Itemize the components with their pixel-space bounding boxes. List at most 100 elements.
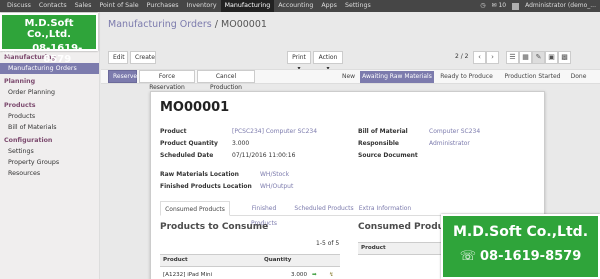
field-label-finished-products-location: Finished Products Location	[160, 183, 252, 190]
avatar[interactable]	[512, 2, 520, 10]
chevron-right-icon: ›	[491, 53, 494, 61]
logo-phone-line: ☏ 08-1619-8579	[443, 249, 598, 264]
reserve-button[interactable]: Reserve	[108, 70, 137, 83]
consume-arrow-icon[interactable]: ➡	[312, 270, 317, 279]
create-button[interactable]: Create	[130, 51, 156, 64]
list-view-button[interactable]: ☰	[506, 51, 519, 64]
calendar-view-button[interactable]: ▣	[545, 51, 558, 64]
chevron-left-icon: ‹	[478, 53, 481, 61]
breadcrumb: Manufacturing Orders / MO00001	[108, 19, 267, 30]
field-label-product-quantity: Product Quantity	[160, 140, 218, 147]
list-icon: ☰	[509, 53, 516, 61]
logo-name: M.D.Soft Co.,Ltd.	[452, 224, 589, 240]
field-label-responsible: Responsible	[358, 140, 399, 147]
stage-awaiting-raw-materials[interactable]: Awaiting Raw Materials	[360, 71, 434, 83]
stage-ready-to-produce[interactable]: Ready to Produce	[434, 71, 499, 83]
to-consume-header: Product Quantity	[160, 254, 340, 267]
top-menu-sales[interactable]: Sales	[71, 0, 96, 12]
company-logo-top: M.D.Soft Co.,Ltd. ☏ 08-1619-8579	[0, 13, 98, 65]
top-right-area: ◷ ✉ 10 Administrator (demo_...	[480, 0, 596, 12]
column-product: Product	[163, 257, 188, 263]
calendar-icon: ▣	[548, 53, 555, 61]
top-menu-inventory[interactable]: Inventory	[183, 0, 221, 12]
logo-phone-line: ☏ 08-1619-8579	[2, 43, 96, 65]
previous-record-button[interactable]: ‹	[473, 51, 486, 64]
kanban-view-button[interactable]: ▦	[519, 51, 532, 64]
status-bar: Reserve Force Reservation Cancel Productio…	[101, 69, 600, 91]
row-quantity: 3.000	[291, 272, 308, 278]
action-button[interactable]: Action ▾	[313, 51, 343, 72]
breadcrumb-parent[interactable]: Manufacturing Orders	[108, 19, 212, 30]
breadcrumb-current: MO00001	[221, 19, 267, 30]
field-raw-materials-location[interactable]: WH/Stock	[260, 171, 289, 178]
logo-name: M.D.Soft Co.,Ltd.	[24, 18, 74, 40]
chart-icon: ▩	[561, 53, 568, 61]
top-menu-apps[interactable]: Apps	[317, 0, 341, 12]
tab-consumed-products[interactable]: Consumed Products	[160, 201, 230, 216]
field-label-bill-of-material: Bill of Material	[358, 128, 408, 135]
sidebar-section-configuration: Configuration	[4, 137, 53, 144]
sidebar-item-property-groups[interactable]: Property Groups	[0, 157, 99, 168]
messages-count: 10	[498, 2, 507, 9]
top-menu-purchases[interactable]: Purchases	[143, 0, 183, 12]
sidebar-item-bill-of-materials[interactable]: Bill of Materials	[0, 122, 99, 133]
record-title: MO00001	[160, 100, 230, 115]
field-label-scheduled-date: Scheduled Date	[160, 152, 214, 159]
to-consume-pager: 1-5 of 5	[316, 240, 340, 247]
stage-new[interactable]: New	[337, 71, 360, 83]
top-menu-accounting[interactable]: Accounting	[274, 0, 317, 12]
sidebar-item-resources[interactable]: Resources	[0, 168, 99, 179]
sidebar-item-settings[interactable]: Settings	[0, 146, 99, 157]
force-reservation-button[interactable]: Force Reservation	[139, 70, 195, 91]
pager-value: 2 / 2	[455, 53, 469, 60]
stage-production-started[interactable]: Production Started	[499, 71, 566, 83]
clock-icon[interactable]: ◷	[480, 0, 485, 12]
sidebar-item-products[interactable]: Products	[0, 111, 99, 122]
top-menu-manufacturing[interactable]: Manufacturing	[220, 0, 275, 12]
column-product: Product	[361, 245, 386, 251]
top-menu-point-of-sale[interactable]: Point of Sale	[95, 0, 142, 12]
tab-scheduled-products[interactable]: Scheduled Products	[293, 201, 355, 216]
company-logo-bottom: M.D.Soft Co.,Ltd. ☏ 08-1619-8579	[441, 214, 600, 279]
user-menu[interactable]: Administrator (demo_...	[525, 0, 596, 12]
graph-view-button[interactable]: ▩	[558, 51, 571, 64]
field-bill-of-material[interactable]: Computer SC234	[429, 128, 480, 135]
logo-phone: 08-1619-8579	[480, 249, 582, 264]
phone-icon: ☏	[459, 249, 476, 264]
field-scheduled-date[interactable]: 07/11/2016 11:00:16	[232, 152, 295, 159]
tab-finished-products[interactable]: Finished Products	[238, 201, 290, 227]
messages-icon[interactable]: ✉ 10	[492, 0, 507, 12]
breadcrumb-separator: /	[214, 19, 218, 30]
sidebar-section-products: Products	[4, 102, 36, 109]
tab-extra-information[interactable]: Extra Information	[357, 201, 413, 216]
field-finished-products-location[interactable]: WH/Output	[260, 183, 293, 190]
top-menu-bar: Discuss Contacts Sales Point of Sale Purchas…	[0, 0, 600, 12]
top-menu: Discuss Contacts Sales Point of Sale Purchas…	[3, 0, 375, 12]
table-row[interactable]: [A1232] iPad Mini 3.000 ➡ ↯	[160, 270, 360, 279]
field-product[interactable]: [PCSC234] Computer SC234	[232, 128, 317, 135]
top-menu-settings[interactable]: Settings	[341, 0, 375, 12]
top-menu-contacts[interactable]: Contacts	[35, 0, 71, 12]
sidebar-item-order-planning[interactable]: Order Planning	[0, 87, 99, 98]
stage-done[interactable]: Done	[566, 71, 591, 83]
top-menu-discuss[interactable]: Discuss	[3, 0, 35, 12]
field-label-raw-materials-location: Raw Materials Location	[160, 171, 239, 178]
products-to-consume-title: Products to Consume	[160, 222, 269, 232]
field-responsible[interactable]: Administrator	[429, 140, 470, 147]
column-quantity: Quantity	[264, 257, 292, 263]
phone-icon: ☏	[2, 48, 15, 60]
edit-button[interactable]: Edit	[108, 51, 128, 64]
kanban-icon: ▦	[522, 53, 529, 61]
cancel-production-button[interactable]: Cancel Production	[197, 70, 255, 91]
field-product-quantity[interactable]: 3.000	[232, 140, 249, 147]
form-view-button[interactable]: ✎	[532, 51, 545, 64]
print-button[interactable]: Print ▾	[287, 51, 311, 72]
field-label-source-document: Source Document	[358, 152, 418, 159]
field-label-product: Product	[160, 128, 187, 135]
row-product[interactable]: [A1232] iPad Mini	[163, 270, 212, 279]
logo-phone: 08-1619-8579	[32, 43, 83, 65]
next-record-button[interactable]: ›	[486, 51, 499, 64]
edit-icon: ✎	[535, 53, 542, 61]
sidebar-section-planning: Planning	[4, 78, 36, 85]
scrap-icon[interactable]: ↯	[329, 270, 334, 279]
